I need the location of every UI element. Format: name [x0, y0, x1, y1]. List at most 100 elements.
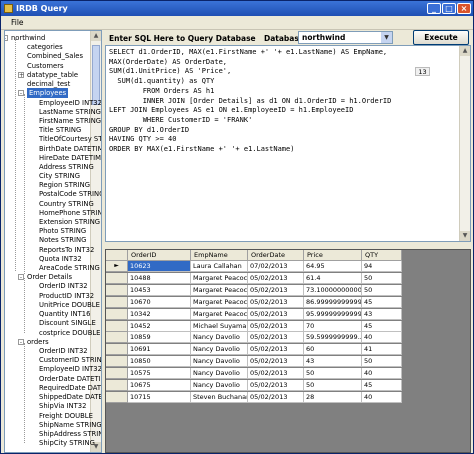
grid-cell[interactable]: 45 — [362, 320, 402, 332]
scroll-thumb[interactable] — [92, 45, 100, 105]
grid-corner[interactable] — [106, 250, 128, 261]
execute-button[interactable]: Execute — [413, 30, 469, 45]
grid-cell[interactable]: 94 — [362, 261, 402, 272]
scroll-up-icon[interactable]: ▲ — [91, 31, 101, 41]
close-button[interactable]: × — [457, 3, 471, 14]
grid-cell[interactable]: 05/02/2013 — [248, 332, 304, 344]
expand-icon[interactable]: + — [18, 72, 24, 79]
row-header[interactable] — [106, 391, 128, 403]
grid-cell[interactable]: Steven Buchanan — [191, 391, 248, 403]
grid-cell[interactable]: 10670 — [128, 296, 191, 308]
grid-cell[interactable]: 45 — [362, 296, 402, 308]
grid-cell[interactable]: 07/02/2013 — [248, 261, 304, 272]
grid-cell[interactable]: 05/02/2013 — [248, 296, 304, 308]
tree-node[interactable]: Employees — [27, 88, 69, 98]
grid-cell[interactable]: Margaret Peacock — [191, 284, 248, 296]
column-header[interactable]: OrderID — [128, 250, 191, 261]
grid-cell[interactable]: 50 — [362, 272, 402, 284]
grid-cell[interactable]: 40 — [362, 368, 402, 380]
row-header[interactable]: ► — [106, 261, 128, 272]
editor-scrollbar[interactable]: ▲ ▼ — [459, 46, 470, 241]
grid-cell[interactable]: 10452 — [128, 320, 191, 332]
tree-node[interactable]: Notes STRING — [39, 235, 86, 245]
tree-node[interactable]: Combined_Sales — [27, 51, 83, 61]
grid-cell[interactable]: 41 — [362, 344, 402, 356]
grid-cell[interactable]: 10575 — [128, 368, 191, 380]
grid-cell[interactable]: 10453 — [128, 284, 191, 296]
grid-cell[interactable]: 05/02/2013 — [248, 344, 304, 356]
grid-cell[interactable]: Margaret Peacock — [191, 296, 248, 308]
scroll-down-icon[interactable]: ▼ — [460, 231, 470, 241]
grid-cell[interactable]: 10342 — [128, 308, 191, 320]
grid-cell[interactable]: Nancy Davolio — [191, 380, 248, 391]
chevron-down-icon[interactable]: ▼ — [381, 32, 392, 43]
grid-cell[interactable]: 95.99999999999... — [304, 308, 362, 320]
row-header[interactable] — [106, 308, 128, 320]
grid-cell[interactable]: 05/02/2013 — [248, 308, 304, 320]
grid-cell[interactable]: 10623 — [128, 261, 191, 272]
grid-cell[interactable]: 28 — [304, 391, 362, 403]
results-grid[interactable]: OrderID EmpName OrderDate Price QTY ► 10623 Lau… — [105, 249, 471, 453]
grid-cell[interactable]: Nancy Davolio — [191, 332, 248, 344]
column-header[interactable]: EmpName — [191, 250, 248, 261]
grid-cell[interactable]: Margaret Peacock — [191, 272, 248, 284]
collapse-icon[interactable]: - — [5, 35, 8, 42]
row-header[interactable] — [106, 272, 128, 284]
minimize-button[interactable]: _ — [427, 3, 441, 14]
tree-node[interactable]: ShipCity STRING — [39, 438, 95, 448]
grid-cell[interactable]: 40 — [362, 332, 402, 344]
grid-cell[interactable]: Michael Suyama — [191, 320, 248, 332]
grid-cell[interactable]: 60 — [304, 344, 362, 356]
grid-cell[interactable]: 05/02/2013 — [248, 320, 304, 332]
tree-node[interactable]: Discount SINGLE — [39, 318, 96, 328]
grid-cell[interactable]: 10488 — [128, 272, 191, 284]
grid-cell[interactable]: 50 — [304, 380, 362, 391]
grid-cell[interactable]: 10715 — [128, 391, 191, 403]
grid-cell[interactable]: Laura Callahan — [191, 261, 248, 272]
grid-cell[interactable]: 05/02/2013 — [248, 391, 304, 403]
grid-cell[interactable]: 05/02/2013 — [248, 380, 304, 391]
grid-cell[interactable]: 40 — [362, 391, 402, 403]
grid-cell[interactable]: 86.99999999999... — [304, 296, 362, 308]
row-header[interactable] — [106, 320, 128, 332]
grid-cell[interactable]: 64.95 — [304, 261, 362, 272]
grid-cell[interactable]: 05/02/2013 — [248, 284, 304, 296]
grid-cell[interactable]: 73.10000000000... — [304, 284, 362, 296]
tree-node[interactable]: PostalCode STRING — [39, 189, 101, 199]
grid-cell[interactable]: 43 — [362, 308, 402, 320]
grid-cell[interactable]: 61.4 — [304, 272, 362, 284]
grid-cell[interactable]: Margaret Peacock — [191, 308, 248, 320]
grid-cell[interactable]: Nancy Davolio — [191, 356, 248, 368]
scroll-up-icon[interactable]: ▲ — [460, 46, 470, 56]
grid-cell[interactable]: 10859 — [128, 332, 191, 344]
row-header[interactable] — [106, 368, 128, 380]
title-bar[interactable]: IRDB Query _ □ × — [1, 1, 473, 16]
row-header[interactable] — [106, 284, 128, 296]
grid-cell[interactable]: 59.5999999999... — [304, 332, 362, 344]
column-header[interactable]: QTY — [362, 250, 402, 261]
grid-cell[interactable]: 10850 — [128, 356, 191, 368]
row-header[interactable] — [106, 344, 128, 356]
schema-tree[interactable]: ▲ ▼ northwind - categories Combined_Sales Cu… — [4, 30, 102, 453]
grid-cell[interactable]: 05/02/2013 — [248, 368, 304, 380]
menu-file[interactable]: File — [11, 18, 24, 27]
grid-cell[interactable]: 50 — [362, 284, 402, 296]
grid-cell[interactable]: 10675 — [128, 380, 191, 391]
grid-cell[interactable]: 50 — [304, 368, 362, 380]
row-header[interactable] — [106, 332, 128, 344]
grid-cell[interactable]: 05/02/2013 — [248, 272, 304, 284]
row-header[interactable] — [106, 296, 128, 308]
database-select[interactable]: northwind ▼ — [298, 31, 393, 44]
tree-node[interactable]: TitleOfCourtesy STR — [39, 134, 101, 144]
grid-cell[interactable]: 45 — [362, 380, 402, 391]
tree-node[interactable]: EmployeeID INT32 — [39, 364, 101, 374]
grid-cell[interactable]: 50 — [362, 356, 402, 368]
column-header[interactable]: OrderDate — [248, 250, 304, 261]
column-header[interactable]: Price — [304, 250, 362, 261]
grid-cell[interactable]: 05/02/2013 — [248, 356, 304, 368]
grid-cell[interactable]: 43 — [304, 356, 362, 368]
tree-node[interactable]: OrderID INT32 — [39, 281, 88, 291]
tree-node[interactable]: ShipVia INT32 — [39, 401, 86, 411]
grid-cell[interactable]: 70 — [304, 320, 362, 332]
maximize-button[interactable]: □ — [442, 3, 456, 14]
